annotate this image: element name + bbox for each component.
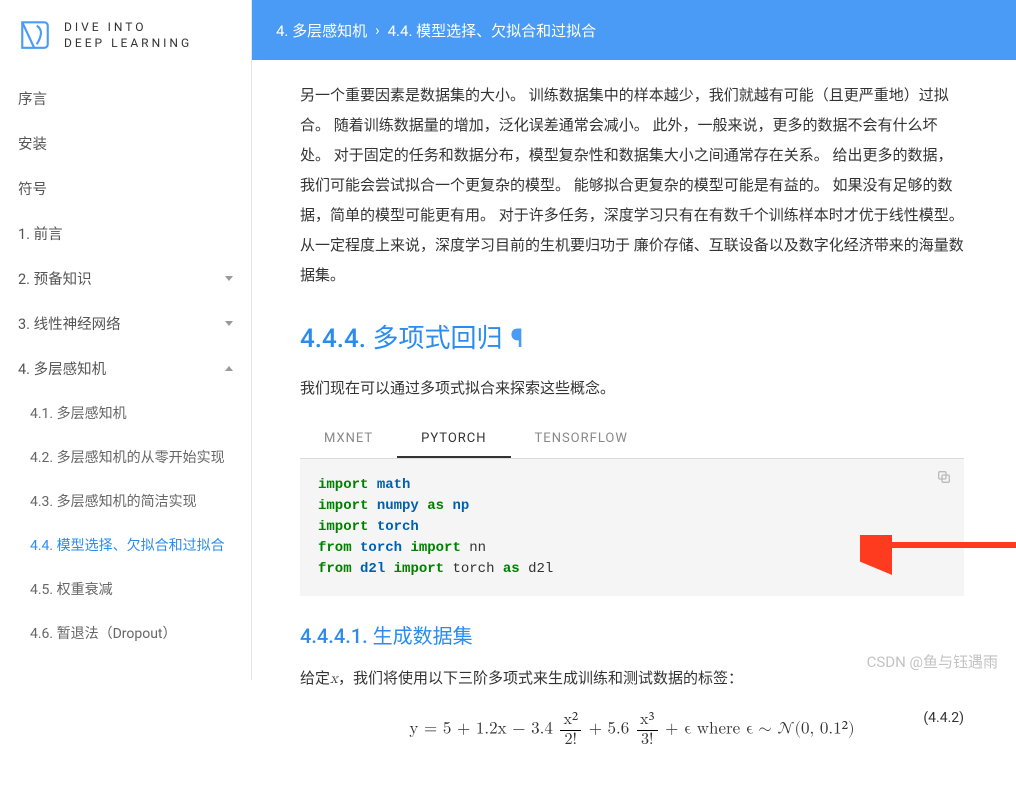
logo-text: DIVE INTO DEEP LEARNING xyxy=(64,19,192,51)
sidebar-item-4-3[interactable]: 4.3. 多层感知机的简洁实现 xyxy=(0,479,251,523)
sidebar-item-4-2[interactable]: 4.2. 多层感知机的从零开始实现 xyxy=(0,435,251,479)
equation-4-4-2: y = 5 + 1.2x − 3.4 x²2! + 5.6 x³3! + ϵ w… xyxy=(300,710,964,750)
sidebar: DIVE INTO DEEP LEARNING 序言 安装 符号 1. 前言 2… xyxy=(0,0,252,680)
sidebar-item-4-5[interactable]: 4.5. 权重衰减 xyxy=(0,567,251,611)
intro-paragraph: 另一个重要因素是数据集的大小。 训练数据集中的样本越少，我们就越有可能（且更严重… xyxy=(300,80,964,290)
framework-tabs: MXNET PYTORCH TENSORFLOW xyxy=(300,421,964,459)
sidebar-item-4-4[interactable]: 4.4. 模型选择、欠拟合和过拟合 xyxy=(0,523,251,567)
breadcrumb-parent[interactable]: 4. 多层感知机 xyxy=(276,20,367,41)
sidebar-item-notation[interactable]: 符号 xyxy=(0,166,251,211)
sidebar-item-ch1[interactable]: 1. 前言 xyxy=(0,211,251,256)
breadcrumb-current[interactable]: 4.4. 模型选择、欠拟合和过拟合 xyxy=(388,20,597,41)
chevron-down-icon xyxy=(225,321,233,326)
heading-4-4-4: 4.4.4. 多项式回归¶ xyxy=(300,318,964,355)
tab-tensorflow[interactable]: TENSORFLOW xyxy=(511,421,652,458)
breadcrumb-sep-icon: › xyxy=(375,21,380,39)
permalink-icon[interactable]: ¶ xyxy=(510,324,523,354)
sidebar-item-ch2[interactable]: 2. 预备知识 xyxy=(0,256,251,301)
sidebar-item-install[interactable]: 安装 xyxy=(0,121,251,166)
sidebar-item-4-6[interactable]: 4.6. 暂退法（Dropout） xyxy=(0,611,251,655)
chevron-down-icon xyxy=(225,276,233,281)
section-intro: 我们现在可以通过多项式拟合来探索这些概念。 xyxy=(300,373,964,403)
sidebar-item-ch4[interactable]: 4. 多层感知机 xyxy=(0,346,251,391)
sidebar-item-preface[interactable]: 序言 xyxy=(0,76,251,121)
chevron-up-icon xyxy=(225,366,233,371)
generate-data-paragraph: 给定x，我们将使用以下三阶多项式来生成训练和测试数据的标签： xyxy=(300,663,964,694)
heading-4-4-4-1: 4.4.4.1. 生成数据集 xyxy=(300,620,964,649)
content: 另一个重要因素是数据集的大小。 训练数据集中的样本越少，我们就越有可能（且更严重… xyxy=(252,0,1012,798)
watermark: CSDN @鱼与钰遇雨 xyxy=(867,651,998,672)
copy-icon[interactable] xyxy=(936,469,952,493)
breadcrumb: 4. 多层感知机 › 4.4. 模型选择、欠拟合和过拟合 xyxy=(252,0,1016,60)
logo-block[interactable]: DIVE INTO DEEP LEARNING xyxy=(0,0,251,76)
tab-mxnet[interactable]: MXNET xyxy=(300,421,397,458)
logo-icon xyxy=(18,18,52,52)
tab-pytorch[interactable]: PYTORCH xyxy=(397,421,510,458)
sidebar-item-4-1[interactable]: 4.1. 多层感知机 xyxy=(0,391,251,435)
code-block: import math import numpy as np import to… xyxy=(300,459,964,596)
equation-number: (4.4.2) xyxy=(923,710,964,726)
sidebar-item-ch3[interactable]: 3. 线性神经网络 xyxy=(0,301,251,346)
